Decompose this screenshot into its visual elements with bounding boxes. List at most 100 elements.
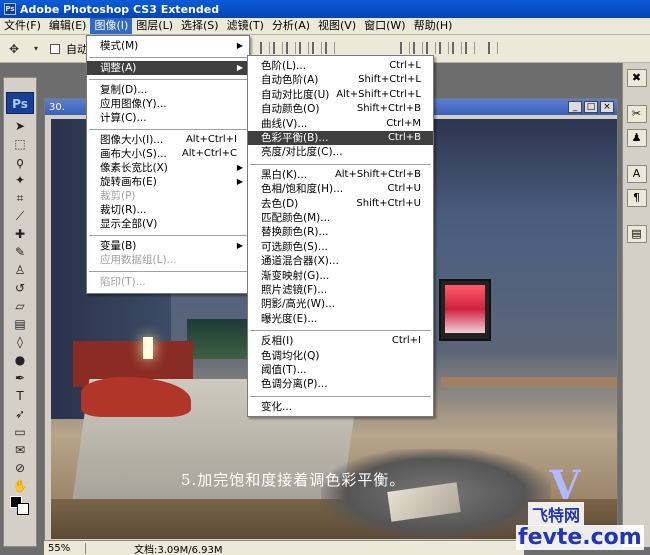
adjust_menu-item[interactable]: 亮度/对比度(C)...: [248, 145, 433, 159]
brushes-panel-icon[interactable]: ✂: [626, 105, 647, 123]
menu-9[interactable]: 帮助(H): [410, 18, 457, 34]
adjust_menu-item[interactable]: 黑白(K)... Alt+Shift+Ctrl+B: [248, 168, 433, 182]
menu-7[interactable]: 视图(V): [314, 18, 360, 34]
image_menu-item[interactable]: 像素长宽比(X) ▶: [87, 161, 249, 175]
path-selection-tool-icon[interactable]: ➶: [7, 406, 33, 422]
adjust_menu-item[interactable]: 自动色阶(A) Shift+Ctrl+L: [248, 73, 433, 87]
pen-tool-icon[interactable]: ✒: [7, 370, 33, 386]
adjust_menu-item[interactable]: 色彩平衡(B)... Ctrl+B: [248, 131, 433, 145]
menu-6[interactable]: 分析(A): [268, 18, 314, 34]
distribute-top-icon[interactable]: [400, 42, 410, 54]
tool-preset-dropdown-icon[interactable]: ▾: [28, 41, 44, 57]
magic-wand-tool-icon[interactable]: ✦: [7, 172, 33, 188]
adjust_menu-item[interactable]: 色相/饱和度(H)... Ctrl+U: [248, 182, 433, 196]
adjust_menu-item[interactable]: 阈值(T)...: [248, 363, 433, 377]
image_menu-item[interactable]: 图像大小(I)... Alt+Ctrl+I: [87, 133, 249, 147]
distribute-middle-icon[interactable]: [413, 42, 423, 54]
adjust_menu-item[interactable]: 自动颜色(O) Shift+Ctrl+B: [248, 102, 433, 116]
image_menu-item[interactable]: 旋转画布(E) ▶: [87, 175, 249, 189]
align-left-icon[interactable]: [299, 42, 309, 54]
distribute-bottom-icon[interactable]: [426, 42, 436, 54]
adjust_menu-item[interactable]: 色阶(L)... Ctrl+L: [248, 59, 433, 73]
type-tool-icon[interactable]: T: [7, 388, 33, 404]
adjust_menu-item[interactable]: 反相(I) Ctrl+I: [248, 334, 433, 348]
menu-shortcut: Ctrl+L: [389, 60, 421, 71]
auto-select-checkbox[interactable]: [50, 43, 60, 54]
adjust_menu-item[interactable]: 阴影/高光(W)...: [248, 297, 433, 311]
image_menu-item-label: 旋转画布(E): [100, 176, 157, 188]
paragraph-panel-icon[interactable]: ¶: [626, 189, 647, 207]
align-right-icon[interactable]: [325, 42, 335, 54]
clone-source-panel-icon[interactable]: ♟: [626, 129, 647, 147]
tools-panel-icon[interactable]: ✖: [626, 69, 647, 87]
image_menu-item[interactable]: 显示全部(V): [87, 217, 249, 231]
dodge-tool-icon[interactable]: ●: [7, 352, 33, 368]
layer-comps-panel-icon[interactable]: ▤: [626, 225, 647, 243]
image_menu-item[interactable]: 调整(A) ▶: [87, 61, 249, 75]
menu-3[interactable]: 图层(L): [132, 18, 177, 34]
adjust_menu-item[interactable]: 曝光度(E)...: [248, 312, 433, 326]
adjust_menu-item[interactable]: 替换颜色(R)...: [248, 225, 433, 239]
move-tool-icon[interactable]: ✥: [6, 41, 22, 57]
align-middle-icon[interactable]: [273, 42, 283, 54]
adjust_menu-item[interactable]: 曲线(V)... Ctrl+M: [248, 117, 433, 131]
zoom-level[interactable]: 55%: [44, 542, 86, 554]
image_menu-item[interactable]: 应用图像(Y)...: [87, 97, 249, 111]
adjust_menu-item[interactable]: 通道混合器(X)...: [248, 254, 433, 268]
image_menu-item[interactable]: 裁切(R)...: [87, 203, 249, 217]
shape-tool-icon[interactable]: ▭: [7, 424, 33, 440]
adjust_menu-item[interactable]: 色调均化(Q): [248, 349, 433, 363]
adjust_menu-item-label: 自动色阶(A): [261, 74, 319, 87]
minimize-button[interactable]: _: [568, 101, 582, 113]
eyedropper-tool-icon[interactable]: ⊘: [7, 460, 33, 476]
eraser-tool-icon[interactable]: ▱: [7, 298, 33, 314]
adjust_menu-item[interactable]: 可选颜色(S)...: [248, 240, 433, 254]
adjust_menu-item[interactable]: 色调分离(P)...: [248, 377, 433, 391]
menu-5[interactable]: 滤镜(T): [223, 18, 268, 34]
document-title: 30.: [49, 101, 65, 113]
menu-separator: [250, 163, 431, 165]
lasso-tool-icon[interactable]: ϙ: [7, 154, 33, 170]
notes-tool-icon[interactable]: ✉: [7, 442, 33, 458]
menu-2[interactable]: 图像(I): [90, 18, 133, 34]
distribute-right-icon[interactable]: [465, 42, 475, 54]
align-bottom-icon[interactable]: [286, 42, 296, 54]
distribute-left-icon[interactable]: [439, 42, 449, 54]
slice-tool-icon[interactable]: ⟋: [7, 208, 33, 224]
maximize-button[interactable]: □: [584, 101, 598, 113]
adjust_menu-item[interactable]: 渐变映射(G)...: [248, 269, 433, 283]
gradient-tool-icon[interactable]: ▤: [7, 316, 33, 332]
brush-tool-icon[interactable]: ✎: [7, 244, 33, 260]
healing-brush-tool-icon[interactable]: ✚: [7, 226, 33, 242]
image_menu-item[interactable]: 画布大小(S)... Alt+Ctrl+C: [87, 147, 249, 161]
distribute-center-icon[interactable]: [452, 42, 462, 54]
adjust_menu-item-label: 照片滤镜(F)...: [261, 284, 328, 296]
adjust_menu-item[interactable]: 去色(D) Shift+Ctrl+U: [248, 197, 433, 211]
align-center-icon[interactable]: [312, 42, 322, 54]
move-tool-icon[interactable]: ➤: [7, 118, 33, 134]
blur-tool-icon[interactable]: ◊: [7, 334, 33, 350]
image_menu-item[interactable]: 模式(M) ▶: [87, 39, 249, 53]
crop-tool-icon[interactable]: ⌗: [7, 190, 33, 206]
image_menu-item[interactable]: 变量(B) ▶: [87, 239, 249, 253]
adjust_menu-item[interactable]: 自动对比度(U) Alt+Shift+Ctrl+L: [248, 88, 433, 102]
history-brush-tool-icon[interactable]: ↺: [7, 280, 33, 296]
auto-align-icon[interactable]: [488, 42, 498, 54]
adjust_menu-item[interactable]: 照片滤镜(F)...: [248, 283, 433, 297]
image_menu-item[interactable]: 计算(C)...: [87, 111, 249, 125]
background-color-swatch[interactable]: [17, 503, 29, 515]
adjust_menu-item[interactable]: 匹配颜色(M)...: [248, 211, 433, 225]
image_menu-item-label: 图像大小(I)...: [100, 134, 164, 146]
menu-4[interactable]: 选择(S): [177, 18, 223, 34]
menu-0[interactable]: 文件(F): [0, 18, 45, 34]
character-panel-icon[interactable]: A: [626, 165, 647, 183]
menu-1[interactable]: 编辑(E): [45, 18, 91, 34]
hand-tool-icon[interactable]: ✋: [7, 478, 33, 494]
menu-8[interactable]: 窗口(W): [360, 18, 409, 34]
clone-stamp-tool-icon[interactable]: ♙: [7, 262, 33, 278]
image_menu-item[interactable]: 复制(D)...: [87, 83, 249, 97]
align-top-icon[interactable]: [260, 42, 270, 54]
marquee-tool-icon[interactable]: ⬚: [7, 136, 33, 152]
close-button[interactable]: ×: [600, 101, 614, 113]
adjust_menu-item[interactable]: 变化...: [248, 400, 433, 414]
